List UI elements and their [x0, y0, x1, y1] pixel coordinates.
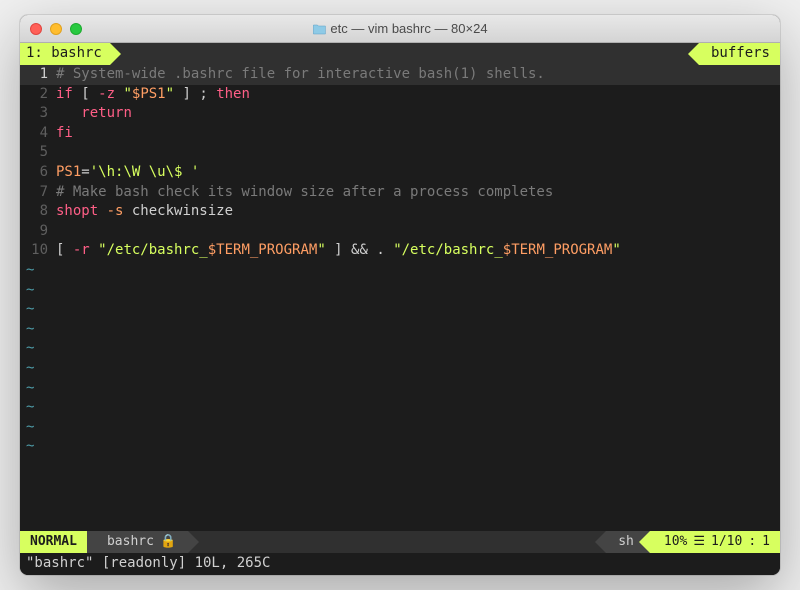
code-line[interactable]: 2if [ -z "$PS1" ] ; then — [20, 85, 780, 105]
line-number: 3 — [20, 104, 56, 124]
line-number: 6 — [20, 163, 56, 183]
code-line[interactable]: 8shopt -s checkwinsize — [20, 202, 780, 222]
status-sep: : — [748, 533, 756, 551]
empty-line-tilde: ~ — [20, 300, 780, 320]
code-line[interactable]: 10[ -r "/etc/bashrc_$TERM_PROGRAM" ] && … — [20, 241, 780, 261]
empty-line-tilde: ~ — [20, 398, 780, 418]
line-content: shopt -s checkwinsize — [56, 202, 780, 222]
line-content — [56, 143, 780, 163]
lines-icon: ☰ — [693, 533, 705, 551]
line-number: 10 — [20, 241, 56, 261]
line-number: 5 — [20, 143, 56, 163]
code-line[interactable]: 6PS1='\h:\W \u\$ ' — [20, 163, 780, 183]
code-line[interactable]: 4fi — [20, 124, 780, 144]
empty-line-tilde: ~ — [20, 437, 780, 457]
status-filename: bashrc 🔒 — [87, 531, 188, 553]
line-content: # System-wide .bashrc file for interacti… — [56, 65, 780, 85]
tab-current[interactable]: 1: bashrc — [20, 43, 110, 65]
code-line[interactable]: 9 — [20, 222, 780, 242]
status-percent: 10% — [664, 533, 687, 551]
close-button[interactable] — [30, 23, 42, 35]
code-line[interactable]: 5 — [20, 143, 780, 163]
tabline: 1: bashrc buffers — [20, 43, 780, 65]
line-number: 7 — [20, 183, 56, 203]
line-content: [ -r "/etc/bashrc_$TERM_PROGRAM" ] && . … — [56, 241, 780, 261]
folder-icon — [312, 23, 326, 35]
terminal-body[interactable]: 1: bashrc buffers 1# System-wide .bashrc… — [20, 43, 780, 575]
code-line[interactable]: 7# Make bash check its window size after… — [20, 183, 780, 203]
line-content: return — [56, 104, 780, 124]
status-col: 1 — [762, 533, 770, 551]
editor-area[interactable]: 1# System-wide .bashrc file for interact… — [20, 65, 780, 531]
code-line[interactable]: 1# System-wide .bashrc file for interact… — [20, 65, 780, 85]
line-number: 4 — [20, 124, 56, 144]
line-content — [56, 222, 780, 242]
code-line[interactable]: 3 return — [20, 104, 780, 124]
status-filename-text: bashrc — [107, 533, 154, 551]
terminal-window: etc — vim bashrc — 80×24 1: bashrc buffe… — [20, 15, 780, 575]
status-lineinfo: 1/10 — [711, 533, 742, 551]
empty-line-tilde: ~ — [20, 261, 780, 281]
line-content: # Make bash check its window size after … — [56, 183, 780, 203]
minimize-button[interactable] — [50, 23, 62, 35]
empty-line-tilde: ~ — [20, 281, 780, 301]
line-number: 9 — [20, 222, 56, 242]
line-number: 8 — [20, 202, 56, 222]
status-position: 10% ☰ 1/10 : 1 — [650, 531, 780, 553]
line-number: 2 — [20, 85, 56, 105]
zoom-button[interactable] — [70, 23, 82, 35]
titlebar: etc — vim bashrc — 80×24 — [20, 15, 780, 43]
line-number: 1 — [20, 65, 56, 85]
empty-line-tilde: ~ — [20, 379, 780, 399]
window-title-text: etc — vim bashrc — 80×24 — [330, 21, 487, 36]
statusline: NORMAL bashrc 🔒 sh 10% ☰ 1/10 : 1 — [20, 531, 780, 553]
window-title: etc — vim bashrc — 80×24 — [312, 21, 487, 36]
empty-line-tilde: ~ — [20, 339, 780, 359]
empty-line-tilde: ~ — [20, 320, 780, 340]
line-content: fi — [56, 124, 780, 144]
line-content: if [ -z "$PS1" ] ; then — [56, 85, 780, 105]
status-mode: NORMAL — [20, 531, 87, 553]
traffic-lights — [30, 23, 82, 35]
lock-icon: 🔒 — [160, 533, 176, 551]
empty-line-tilde: ~ — [20, 359, 780, 379]
empty-line-tilde: ~ — [20, 418, 780, 438]
cmdline: "bashrc" [readonly] 10L, 265C — [20, 553, 780, 575]
tab-buffers[interactable]: buffers — [699, 43, 780, 65]
line-content: PS1='\h:\W \u\$ ' — [56, 163, 780, 183]
